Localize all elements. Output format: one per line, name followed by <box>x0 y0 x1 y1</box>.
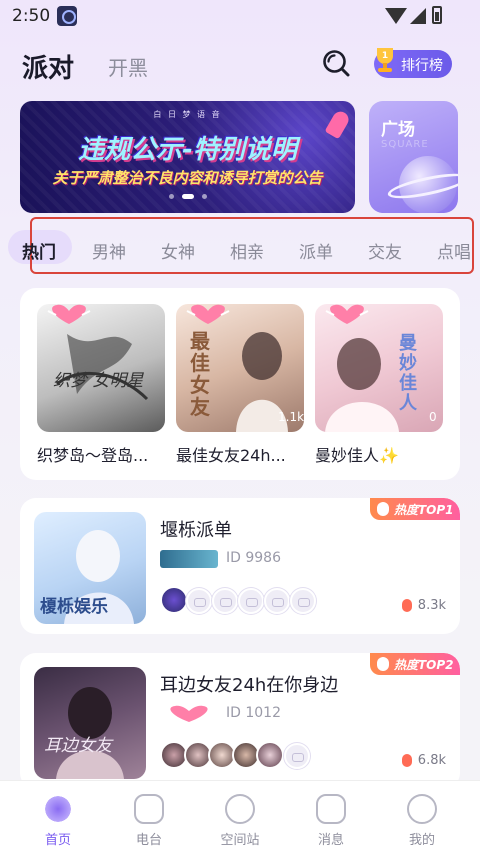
room-name[interactable]: 曼妙佳人✨ <box>315 442 399 466</box>
hot-top-badge: 热度TOP2 <box>370 653 460 675</box>
room-cover: 耳边女友 <box>34 667 146 779</box>
hot-top-label: 热度TOP2 <box>394 658 454 672</box>
room-level-tag <box>160 550 218 568</box>
banner-title: 违规公示-特别说明 <box>78 135 297 165</box>
banner-dot-active <box>181 194 194 199</box>
ranking-button[interactable]: 1 排行榜 <box>374 48 452 78</box>
nav-messages-label: 消息 <box>317 833 344 848</box>
heart-level-tag <box>170 705 208 722</box>
hot-top-badge: 热度TOP1 <box>370 498 460 520</box>
category-sing[interactable]: 点唱 <box>437 238 471 263</box>
bottom-navigation: 首页 电台 空间站 消息 我的 <box>0 780 480 854</box>
category-female-god[interactable]: 女神 <box>161 238 195 263</box>
room-cover-text: 曼妙佳人 <box>399 333 417 414</box>
message-icon <box>316 794 346 824</box>
nav-space-station[interactable]: 空间站 <box>192 781 288 854</box>
room-cover-text: 最佳女友 <box>190 329 210 419</box>
flame-icon <box>377 657 389 671</box>
ranking-label: 排行榜 <box>401 58 443 74</box>
room-cover-text: 榎栎娱乐 <box>40 597 108 617</box>
square-title: 广场 <box>381 120 415 140</box>
tab-party[interactable]: 派对 <box>22 48 74 85</box>
compass-icon <box>225 794 255 824</box>
room-heat: 1.1k <box>278 410 304 424</box>
square-watermark: SQUARE <box>381 139 429 150</box>
svg-text:1: 1 <box>382 51 388 61</box>
nav-home[interactable]: 首页 <box>10 781 106 854</box>
hot-top-label: 热度TOP1 <box>394 503 454 517</box>
room-name[interactable]: 最佳女友24h... <box>176 442 286 466</box>
room-heat-value: 6.8k <box>417 753 446 768</box>
wifi-icon <box>385 8 407 24</box>
nav-radio-label: 电台 <box>135 833 162 848</box>
nav-profile-label: 我的 <box>408 833 435 848</box>
empty-seat-icon <box>284 743 310 769</box>
nav-space-station-label: 空间站 <box>220 833 260 848</box>
empty-seat-icon <box>238 588 264 614</box>
banner-tagline: 白 日 梦 语 音 <box>153 110 222 119</box>
nav-messages[interactable]: 消息 <box>283 781 379 854</box>
room-id: ID 9986 <box>226 550 281 566</box>
nav-profile[interactable]: 我的 <box>374 781 470 854</box>
flame-icon <box>401 599 412 612</box>
host-avatar <box>160 586 188 614</box>
battery-icon <box>432 6 442 24</box>
category-dispatch[interactable]: 派单 <box>299 238 333 263</box>
category-friends[interactable]: 交友 <box>368 238 402 263</box>
heart-frame-icon <box>47 304 91 324</box>
category-male-god[interactable]: 男神 <box>92 238 126 263</box>
banner-dot <box>168 194 174 199</box>
empty-seat-icon <box>290 588 316 614</box>
category-hot[interactable]: 热门 <box>22 238 56 263</box>
radio-icon <box>134 794 164 824</box>
room-heat: 0 <box>429 410 437 424</box>
profile-icon <box>407 794 437 824</box>
status-bar: 2:50 <box>0 0 480 32</box>
room-heat: 6.8k <box>401 753 446 768</box>
category-blind-date[interactable]: 相亲 <box>230 238 264 263</box>
cell-signal-icon <box>410 8 426 24</box>
empty-seat-icon <box>186 588 212 614</box>
home-wave-icon <box>43 794 73 824</box>
trophy-icon: 1 <box>377 48 393 72</box>
room-cover-text: 织梦 女明星 <box>53 371 144 391</box>
room-id: ID 1012 <box>226 705 281 721</box>
room-heat: 8.3k <box>401 598 446 613</box>
app-notification-icon <box>57 6 77 26</box>
room-cover: 榎栎娱乐 <box>34 512 146 624</box>
mic-user-avatar <box>256 741 284 769</box>
banner-dot <box>201 194 207 199</box>
tab-game[interactable]: 开黑 <box>108 52 148 81</box>
empty-seat-icon <box>264 588 290 614</box>
announcement-banner[interactable]: 白 日 梦 语 音 违规公示-特别说明 关于严肃整治不良内容和诱导打赏的公告 <box>20 101 355 213</box>
room-cover-art <box>56 687 124 779</box>
heart-frame-icon <box>325 304 369 324</box>
empty-seat-icon <box>212 588 238 614</box>
room-title: 耳边女友24h在你身边 <box>160 675 339 696</box>
status-time: 2:50 <box>12 6 51 26</box>
room-heat-value: 8.3k <box>417 598 446 613</box>
banner-pagination <box>20 184 355 203</box>
nav-radio[interactable]: 电台 <box>101 781 197 854</box>
room-cover-text: 耳边女友 <box>44 736 112 756</box>
room-list-item[interactable]: 耳边女友 热度TOP2 耳边女友24h在你身边 ID 1012 6.8k <box>20 653 460 789</box>
square-entry-card[interactable]: 广场 SQUARE <box>369 101 458 213</box>
flame-icon <box>401 754 412 767</box>
room-title: 堰栎派单 <box>160 520 232 541</box>
flame-icon <box>377 502 389 516</box>
room-name[interactable]: 织梦岛～登岛... <box>37 442 148 466</box>
heart-frame-icon <box>186 304 230 324</box>
room-list-item[interactable]: 榎栎娱乐 热度TOP1 堰栎派单 ID 9986 8.3k <box>20 498 460 634</box>
search-icon[interactable] <box>322 49 350 77</box>
nav-home-label: 首页 <box>44 833 71 848</box>
